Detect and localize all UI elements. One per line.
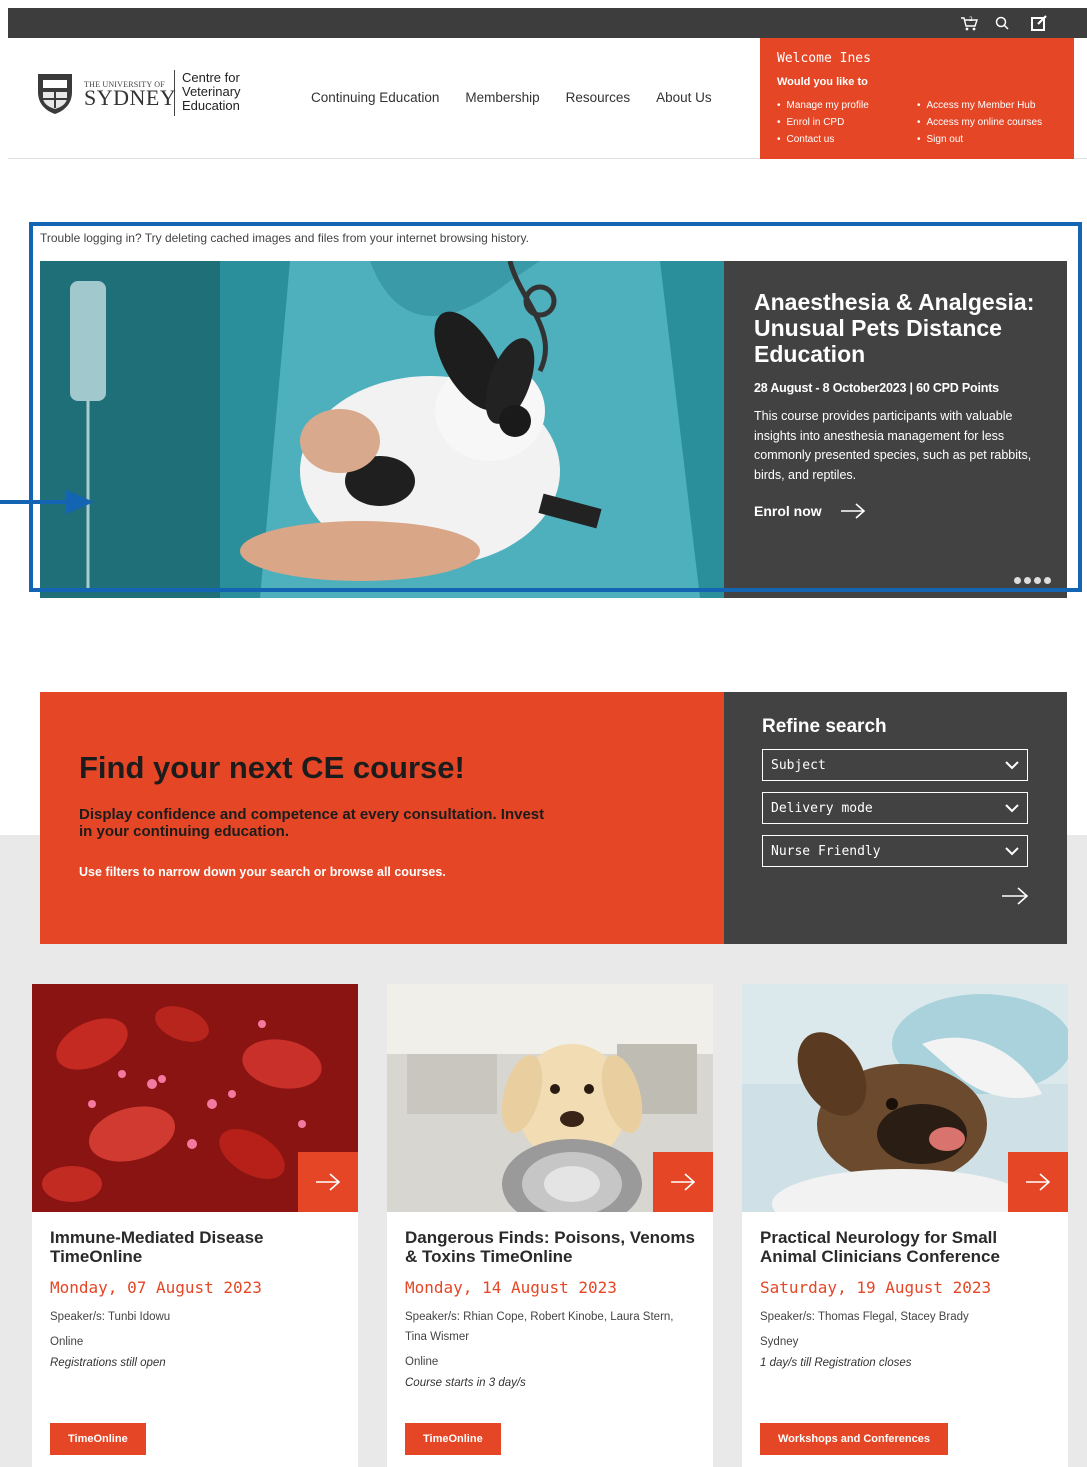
chevron-down-icon [1005,804,1019,813]
nav-resources[interactable]: Resources [566,90,631,105]
link-manage-profile[interactable]: Manage my profile [777,97,917,114]
card-date: Saturday, 19 August 2023 [760,1278,992,1297]
arrow-right-icon [671,1173,696,1191]
link-online-courses[interactable]: Access my online courses [917,114,1057,131]
card-status: 1 day/s till Registration closes [760,1357,912,1369]
card-arrow-button[interactable] [298,1152,358,1212]
card-title[interactable]: Practical Neurology for Small Animal Cli… [760,1228,1052,1266]
refine-title: Refine search [762,716,887,737]
link-member-hub[interactable]: Access my Member Hub [917,97,1057,114]
welcome-panel: Welcome Ines Would you like to Manage my… [760,38,1074,159]
nurse-friendly-select-value: Nurse Friendly [771,843,881,859]
card-speakers: Speaker/s: Tunbi Idowu [50,1311,171,1323]
arrow-right-icon [316,1173,341,1191]
logo-divider [174,70,175,116]
university-crest-logo[interactable] [35,70,75,116]
nav-continuing-education[interactable]: Continuing Education [311,90,439,105]
main-nav: Continuing Education Membership Resource… [311,90,712,105]
svg-text:2: 2 [969,16,973,23]
find-note: Use filters to narrow down your search o… [79,865,446,879]
find-subtitle: Display confidence and competence at eve… [79,806,545,840]
link-enrol-cpd[interactable]: Enrol in CPD [777,114,917,131]
card-date: Monday, 14 August 2023 [405,1278,617,1297]
hero-highlight-outline [29,222,1082,592]
card-speakers: Speaker/s: Rhian Cope, Robert Kinobe, La… [405,1311,674,1343]
arrow-right-icon [1026,1173,1051,1191]
card-category-tag[interactable]: TimeOnline [405,1423,501,1455]
top-utility-bar: 2 [8,8,1087,38]
link-sign-out[interactable]: Sign out [917,131,1057,148]
chevron-down-icon [1005,761,1019,770]
delivery-mode-select[interactable]: Delivery mode [762,792,1028,824]
university-name[interactable]: SYDNEY [84,85,176,111]
card-date: Monday, 07 August 2023 [50,1278,262,1297]
card-location: Sydney [760,1336,799,1348]
search-go-arrow-icon[interactable] [1001,886,1029,906]
course-card[interactable]: Practical Neurology for Small Animal Cli… [742,984,1068,1467]
welcome-title: Welcome Ines [777,51,871,66]
card-title[interactable]: Immune-Mediated Disease TimeOnline [50,1228,342,1266]
nav-about-us[interactable]: About Us [656,90,712,105]
cart-icon[interactable]: 2 [958,12,980,34]
card-status: Course starts in 3 day/s [405,1377,526,1389]
welcome-links-left: Manage my profile Enrol in CPD Contact u… [777,97,917,148]
card-category-tag[interactable]: TimeOnline [50,1423,146,1455]
chevron-down-icon [1005,847,1019,856]
card-arrow-button[interactable] [653,1152,713,1212]
edit-icon[interactable] [1028,12,1050,34]
nurse-friendly-select[interactable]: Nurse Friendly [762,835,1028,867]
card-arrow-button[interactable] [1008,1152,1068,1212]
card-location: Online [50,1336,84,1348]
site-header: THE UNIVERSITY OF SYDNEY Centre for Vete… [8,38,1087,159]
annotation-arrow-icon [0,490,94,514]
delivery-mode-select-value: Delivery mode [771,800,873,816]
link-contact-us[interactable]: Contact us [777,131,917,148]
subject-select[interactable]: Subject [762,749,1028,781]
card-location: Online [405,1356,439,1368]
course-card[interactable]: Dangerous Finds: Poisons, Venoms & Toxin… [387,984,713,1467]
card-title[interactable]: Dangerous Finds: Poisons, Venoms & Toxin… [405,1228,697,1266]
search-icon[interactable] [991,12,1013,34]
nav-membership[interactable]: Membership [465,90,539,105]
course-card[interactable]: Immune-Mediated Disease TimeOnline Monda… [32,984,358,1467]
refine-search-panel: Refine search Subject Delivery mode Nurs… [724,692,1067,944]
card-status: Registrations still open [50,1357,166,1369]
card-speakers: Speaker/s: Thomas Flegal, Stacey Brady [760,1311,969,1323]
subject-select-value: Subject [771,757,826,773]
find-course-banner: Find your next CE course! Display confid… [40,692,724,944]
card-category-tag[interactable]: Workshops and Conferences [760,1423,948,1455]
welcome-subtitle: Would you like to [777,76,868,88]
centre-name[interactable]: Centre for Veterinary Education [182,71,272,113]
welcome-links-right: Access my Member Hub Access my online co… [917,97,1057,148]
find-title: Find your next CE course! [79,750,465,785]
